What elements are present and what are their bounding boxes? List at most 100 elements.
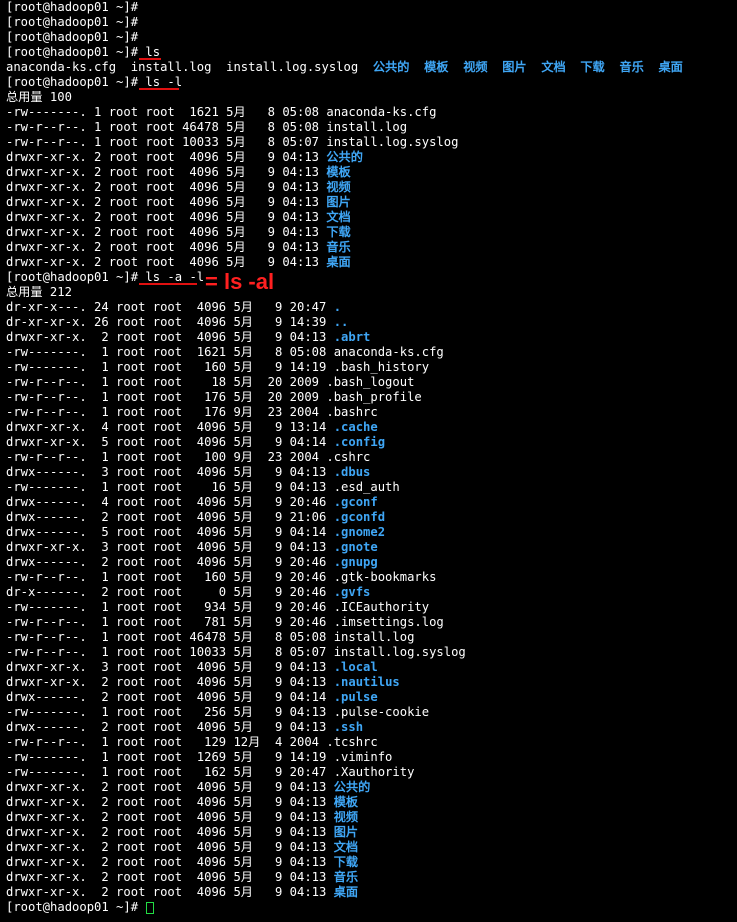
terminal-line: anaconda-ks.cfg install.log install.log.… [6, 60, 731, 75]
terminal-line: [root@hadoop01 ~]# [6, 15, 731, 30]
command-text: ls [145, 45, 161, 59]
terminal-line: -rw-r--r--. 1 root root 100 9月 23 2004 .… [6, 450, 731, 465]
directory-name: .nautilus [333, 675, 400, 689]
line-text: -rw-r--r--. 1 root root 129 12月 4 2004 .… [6, 735, 378, 749]
directory-name: 文档 [541, 60, 566, 74]
line-text: drwx------. 5 root root 4096 5月 9 04:14 [6, 525, 334, 539]
line-text: -rw-r--r--. 1 root root 10033 5月 8 05:07… [6, 645, 466, 659]
line-text: drwx------. 2 root root 4096 5月 9 20:46 [6, 555, 334, 569]
line-text: [root@hadoop01 ~]# [6, 75, 146, 89]
line-text: -rw-r--r--. 1 root root 176 5月 20 2009 .… [6, 390, 422, 404]
terminal-line: drwxr-xr-x. 2 root root 4096 5月 9 04:13 … [6, 150, 731, 165]
line-text: drwxr-xr-x. 4 root root 4096 5月 9 13:14 [6, 420, 334, 434]
terminal-line: drwx------. 3 root root 4096 5月 9 04:13 … [6, 465, 731, 480]
terminal-line: dr-xr-x---. 24 root root 4096 5月 9 20:47… [6, 300, 731, 315]
directory-name: 下载 [326, 225, 351, 239]
terminal-line: -rw-------. 1 root root 256 5月 9 04:13 .… [6, 705, 731, 720]
terminal-line: drwxr-xr-x. 2 root root 4096 5月 9 04:13 … [6, 780, 731, 795]
terminal-line: drwxr-xr-x. 2 root root 4096 5月 9 04:13 … [6, 675, 731, 690]
line-text [644, 60, 659, 74]
terminal-line: drwxr-xr-x. 2 root root 4096 5月 9 04:13 … [6, 165, 731, 180]
directory-name: . [333, 300, 342, 314]
directory-name: 模板 [424, 60, 449, 74]
line-text: drwxr-xr-x. 2 root root 4096 5月 9 04:13 [6, 330, 334, 344]
line-text: [root@hadoop01 ~]# [6, 900, 146, 914]
terminal-line: -rw-r--r--. 1 root root 781 5月 9 20:46 .… [6, 615, 731, 630]
line-text [605, 60, 620, 74]
directory-name: 桌面 [326, 255, 351, 269]
line-text: -rw-------. 1 root root 934 5月 9 20:46 .… [6, 600, 430, 614]
line-text: -rw-r--r--. 1 root root 46478 5月 8 05:08… [6, 630, 415, 644]
directory-name: 音乐 [326, 240, 351, 254]
terminal-line: drwxr-xr-x. 2 root root 4096 5月 9 04:13 … [6, 225, 731, 240]
line-text: -rw-r--r--. 1 root root 18 5月 20 2009 .b… [6, 375, 415, 389]
line-text: [root@hadoop01 ~]# [6, 270, 146, 284]
directory-name: 图片 [502, 60, 527, 74]
line-text: drwxr-xr-x. 2 root root 4096 5月 9 04:13 [6, 240, 327, 254]
terminal-line: [root@hadoop01 ~]# ls [6, 45, 731, 60]
terminal-output[interactable]: [root@hadoop01 ~]# [root@hadoop01 ~]# [roo… [6, 0, 731, 915]
terminal-line: drwxr-xr-x. 2 root root 4096 5月 9 04:13 … [6, 330, 731, 345]
terminal-line: drwxr-xr-x. 5 root root 4096 5月 9 04:14 … [6, 435, 731, 450]
directory-name: .config [333, 435, 386, 449]
line-text: dr-xr-x---. 24 root root 4096 5月 9 20:47 [6, 300, 334, 314]
line-text: drwxr-xr-x. 3 root root 4096 5月 9 04:13 [6, 540, 334, 554]
line-text: dr-x------. 2 root root 0 5月 9 20:46 [6, 585, 334, 599]
terminal-line: 总用量 100 [6, 90, 731, 105]
line-text: -rw-------. 1 root root 162 5月 9 20:47 .… [6, 765, 415, 779]
terminal-line: dr-x------. 2 root root 0 5月 9 20:46 .gv… [6, 585, 731, 600]
line-text: drwxr-xr-x. 2 root root 4096 5月 9 04:13 [6, 210, 327, 224]
directory-name: .gnupg [333, 555, 378, 569]
line-text: -rw-r--r--. 1 root root 46478 5月 8 05:08… [6, 120, 408, 134]
directory-name: .gconf [333, 495, 378, 509]
line-text: drwxr-xr-x. 2 root root 4096 5月 9 04:13 [6, 255, 327, 269]
line-text: drwxr-xr-x. 2 root root 4096 5月 9 04:13 [6, 165, 327, 179]
line-text: drwxr-xr-x. 2 root root 4096 5月 9 04:13 [6, 225, 327, 239]
line-text: drwx------. 4 root root 4096 5月 9 20:46 [6, 495, 334, 509]
line-text: drwxr-xr-x. 2 root root 4096 5月 9 04:13 [6, 150, 327, 164]
line-text: drwx------. 2 root root 4096 5月 9 21:06 [6, 510, 334, 524]
line-text: -rw-r--r--. 1 root root 100 9月 23 2004 .… [6, 450, 371, 464]
line-text [409, 60, 424, 74]
terminal-line: -rw-r--r--. 1 root root 10033 5月 8 05:07… [6, 645, 731, 660]
line-text: -rw-r--r--. 1 root root 176 9月 23 2004 .… [6, 405, 378, 419]
terminal-line: [root@hadoop01 ~]# ls -l [6, 75, 731, 90]
command-text: ls -l [145, 75, 183, 89]
terminal-cursor[interactable] [146, 901, 155, 914]
line-text: [root@hadoop01 ~]# [6, 30, 139, 44]
line-text: [root@hadoop01 ~]# [6, 15, 139, 29]
line-text: 总用量 100 [6, 90, 72, 104]
directory-name: .gvfs [333, 585, 371, 599]
terminal-line: drwxr-xr-x. 2 root root 4096 5月 9 04:13 … [6, 180, 731, 195]
terminal-line: drwxr-xr-x. 2 root root 4096 5月 9 04:13 … [6, 195, 731, 210]
line-text: drwx------. 2 root root 4096 5月 9 04:14 [6, 690, 334, 704]
terminal-line: -rw-------. 1 root root 160 5月 9 14:19 .… [6, 360, 731, 375]
terminal-line: -rw-------. 1 root root 934 5月 9 20:46 .… [6, 600, 731, 615]
command-text: ls -a -l [145, 270, 205, 284]
line-text: -rw-------. 1 root root 1621 5月 8 05:08 … [6, 345, 444, 359]
line-text: [root@hadoop01 ~]# [6, 0, 139, 14]
terminal-line: [root@hadoop01 ~]# [6, 0, 731, 15]
line-text [527, 60, 542, 74]
terminal-line: -rw-------. 1 root root 1621 5月 8 05:08 … [6, 105, 731, 120]
line-text: drwxr-xr-x. 2 root root 4096 5月 9 04:13 [6, 675, 334, 689]
line-text: anaconda-ks.cfg install.log install.log.… [6, 60, 373, 74]
directory-name: .gnome2 [333, 525, 386, 539]
line-text: drwxr-xr-x. 2 root root 4096 5月 9 04:13 [6, 840, 334, 854]
terminal-line: -rw-r--r--. 1 root root 46478 5月 8 05:08… [6, 630, 731, 645]
directory-name: 文档 [333, 840, 359, 854]
line-text: 总用量 212 [6, 285, 72, 299]
directory-name: 音乐 [619, 60, 644, 74]
terminal-line: -rw-------. 1 root root 162 5月 9 20:47 .… [6, 765, 731, 780]
directory-name: .gconfd [333, 510, 386, 524]
line-text: drwxr-xr-x. 5 root root 4096 5月 9 04:14 [6, 435, 334, 449]
terminal-line: drwxr-xr-x. 2 root root 4096 5月 9 04:13 … [6, 885, 731, 900]
line-text: -rw-r--r--. 1 root root 10033 5月 8 05:07… [6, 135, 459, 149]
terminal-line: -rw-------. 1 root root 16 5月 9 04:13 .e… [6, 480, 731, 495]
terminal-line: drwxr-xr-x. 2 root root 4096 5月 9 04:13 … [6, 870, 731, 885]
line-text: drwxr-xr-x. 2 root root 4096 5月 9 04:13 [6, 780, 334, 794]
terminal-line: [root@hadoop01 ~]# ls -a -l [6, 270, 731, 285]
directory-name: 公共的 [326, 150, 363, 164]
directory-name: 下载 [333, 855, 359, 869]
underline-ls [139, 58, 161, 60]
